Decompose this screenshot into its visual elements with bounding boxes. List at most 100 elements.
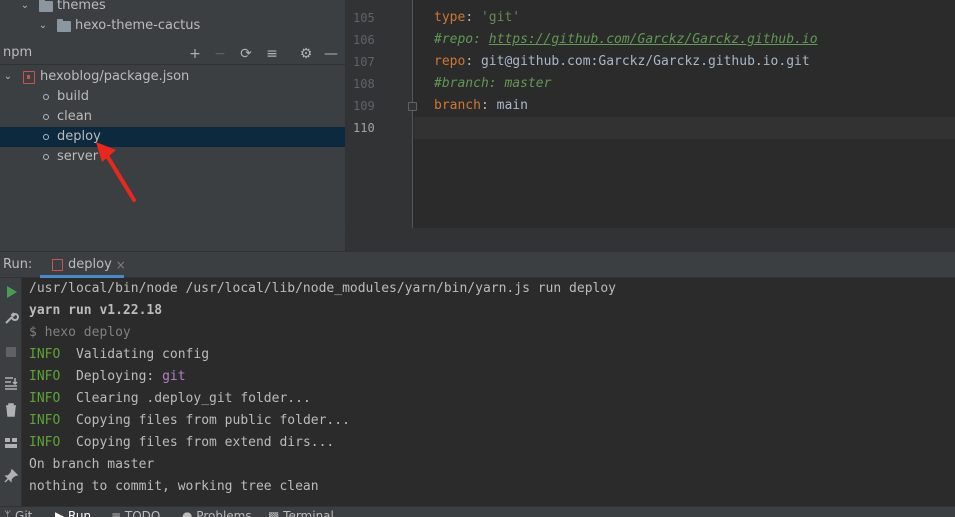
terminal-icon: ▩	[268, 509, 284, 517]
npm-script-label: build	[57, 89, 89, 104]
run-tab-label: deploy	[68, 257, 112, 272]
yaml-comment: #branch: master	[434, 76, 552, 91]
scroll-to-end-icon[interactable]	[3, 375, 19, 391]
tree-item-label: hexo-theme-cactus	[75, 18, 201, 33]
close-icon[interactable]: ×	[116, 252, 126, 278]
code-editor[interactable]: 105 106 107 108 109 110 type: 'git' #rep…	[345, 0, 955, 251]
package-json-icon	[52, 259, 63, 271]
npm-panel-title: npm	[3, 45, 33, 60]
annotation-arrow-icon	[96, 142, 136, 202]
yaml-comment: #repo:	[434, 32, 489, 47]
current-line-highlight	[414, 117, 955, 139]
run-label: Run:	[3, 257, 33, 272]
git-branch-icon: ᛉ	[4, 509, 16, 517]
collapse-all-icon[interactable]: ≡	[262, 44, 282, 64]
editor-breadcrumb-bar	[346, 228, 955, 251]
info-tag: INFO	[29, 369, 61, 384]
hide-icon[interactable]: —	[321, 44, 341, 64]
chevron-down-icon[interactable]: ⌄	[37, 16, 49, 36]
yaml-key: repo	[434, 54, 466, 69]
run-tool-button[interactable]: ▶ Run	[55, 509, 91, 517]
folder-icon	[39, 0, 53, 12]
problems-icon: ●	[182, 509, 197, 517]
console-line: yarn run v1.22.18	[29, 303, 163, 318]
console-text: Validating config	[60, 347, 210, 362]
fold-marker-icon[interactable]	[408, 102, 417, 111]
gear-icon[interactable]: ⚙	[296, 44, 316, 64]
play-icon: ▶	[55, 509, 69, 517]
script-bullet-icon	[43, 94, 49, 100]
line-number-gutter: 105 106 107 108 109 110	[346, 0, 413, 228]
tool-button-label: Run	[68, 509, 92, 517]
layout-icon[interactable]	[3, 435, 19, 451]
yaml-value: main	[496, 98, 528, 113]
npm-script-build[interactable]: build	[0, 87, 345, 107]
info-tag: INFO	[29, 347, 61, 362]
run-toolbar	[0, 278, 22, 506]
tree-item-label: themes	[57, 0, 106, 13]
stop-icon[interactable]	[3, 344, 19, 360]
add-icon[interactable]: +	[185, 44, 205, 64]
trash-icon[interactable]	[3, 402, 19, 418]
chevron-down-icon[interactable]: ⌄	[19, 0, 31, 16]
console-line: /usr/local/bin/node /usr/local/lib/node_…	[29, 281, 616, 296]
git-tool-button[interactable]: ᛉ Git	[4, 509, 32, 517]
npm-script-label: clean	[57, 109, 92, 124]
info-tag: INFO	[29, 413, 61, 428]
pin-icon[interactable]	[3, 468, 19, 484]
line-number-current: 110	[353, 121, 375, 135]
console-text: Clearing .deploy_git folder...	[60, 391, 311, 406]
comment-url-link[interactable]: https://github.com/Garckz/Garckz.github.…	[489, 32, 818, 47]
npm-toolbar: npm + − ⟳ ≡ ⚙ —	[0, 43, 345, 65]
tool-button-label: Problems	[196, 509, 252, 517]
todo-tool-button[interactable]: ≡ TODO	[111, 509, 160, 517]
terminal-tool-button[interactable]: ▩ Terminal	[268, 509, 334, 517]
tool-button-label: Terminal	[283, 509, 334, 517]
wrench-icon[interactable]	[3, 310, 19, 326]
script-bullet-icon	[43, 114, 49, 120]
console-line: INFO Deploying: git	[29, 369, 186, 384]
run-console-output[interactable]: /usr/local/bin/node /usr/local/lib/node_…	[22, 278, 955, 506]
line-number: 105	[353, 11, 375, 25]
info-tag: INFO	[29, 391, 61, 406]
console-line: On branch master	[29, 457, 155, 472]
package-json-icon	[23, 71, 35, 84]
yaml-key: type	[434, 10, 466, 25]
line-number: 108	[353, 77, 375, 91]
folder-icon	[57, 19, 71, 32]
console-line: nothing to commit, working tree clean	[29, 479, 319, 494]
chevron-down-icon[interactable]: ⌄	[2, 67, 14, 87]
problems-tool-button[interactable]: ● Problems	[182, 509, 252, 517]
info-tag: INFO	[29, 435, 61, 450]
console-line: INFO Copying files from public folder...	[29, 413, 350, 428]
npm-script-server[interactable]: server	[0, 147, 345, 167]
run-tool-window-header: Run: deploy ×	[0, 251, 955, 278]
script-bullet-icon	[43, 154, 49, 160]
console-line: $ hexo deploy	[29, 325, 131, 340]
npm-script-clean[interactable]: clean	[0, 107, 345, 127]
tool-button-label: Git	[15, 509, 33, 517]
npm-package-node[interactable]: ⌄ hexoblog/package.json	[0, 67, 345, 87]
yaml-value: 'git'	[480, 10, 521, 25]
console-line: INFO Clearing .deploy_git folder...	[29, 391, 311, 406]
yaml-value: git@github.com:Garckz/Garckz.github.io.g…	[480, 54, 810, 69]
tool-window-bar: ᛉ Git ▶ Run ≡ TODO ● Problems ▩ Terminal	[0, 506, 955, 517]
code-line-105: type: 'git'	[434, 10, 521, 25]
console-accent-text: git	[162, 369, 186, 384]
script-bullet-icon	[43, 134, 49, 140]
npm-script-deploy[interactable]: deploy	[0, 127, 345, 147]
reload-icon[interactable]: ⟳	[236, 44, 256, 64]
console-text: Copying files from extend dirs...	[60, 435, 335, 450]
console-text: Copying files from public folder...	[60, 413, 350, 428]
list-icon: ≡	[111, 509, 125, 517]
console-line: INFO Validating config	[29, 347, 209, 362]
remove-icon[interactable]: −	[210, 44, 230, 64]
rerun-icon[interactable]	[3, 284, 19, 300]
tool-button-label: TODO	[124, 509, 161, 517]
console-text: Deploying:	[60, 369, 163, 384]
code-line-108: #branch: master	[434, 76, 551, 91]
run-tab-deploy[interactable]: deploy ×	[40, 252, 126, 278]
line-number: 109	[353, 99, 375, 113]
code-line-107: repo: git@github.com:Garckz/Garckz.githu…	[434, 54, 810, 69]
code-line-106: #repo: https://github.com/Garckz/Garckz.…	[434, 32, 818, 47]
